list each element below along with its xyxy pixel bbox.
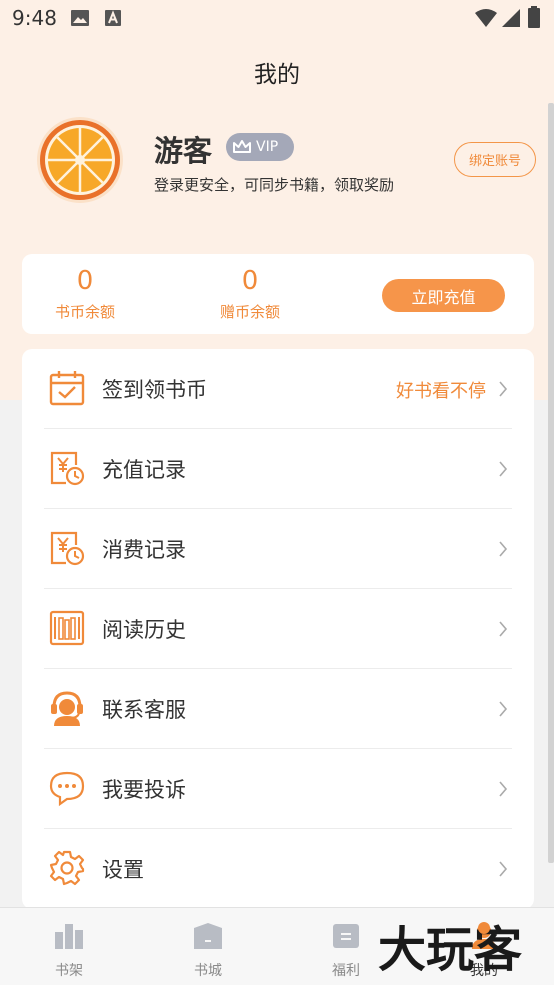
menu-label: 设置 <box>102 858 144 882</box>
menu-label: 联系客服 <box>102 698 186 722</box>
menu-item-checkin[interactable]: 签到领书币 好书看不停 <box>22 349 534 429</box>
bookshelf-history-icon <box>49 610 85 646</box>
gear-icon <box>49 850 85 886</box>
coin-balance-value: 0 <box>76 266 94 296</box>
menu-label: 阅读历史 <box>102 618 186 642</box>
tab-bookshelf[interactable]: 书架 <box>29 922 109 980</box>
gift-balance-label: 赠币余额 <box>219 303 280 321</box>
tab-store[interactable]: 书城 <box>168 922 248 980</box>
store-icon <box>194 923 222 949</box>
chat-bubble-icon <box>49 771 85 807</box>
gallery-notification-icon <box>71 10 89 26</box>
menu-item-reading-history[interactable]: 阅读历史 <box>22 589 534 669</box>
menu-label: 充值记录 <box>102 458 186 482</box>
username: 游客 <box>154 134 213 168</box>
gift-balance-value: 0 <box>241 266 259 296</box>
menu-label: 我要投诉 <box>102 778 186 802</box>
menu-label: 消费记录 <box>102 538 186 562</box>
text-notification-icon <box>105 10 121 26</box>
login-hint: 登录更安全，可同步书籍，领取奖励 <box>154 176 395 194</box>
menu-hint: 好书看不停 <box>396 381 486 402</box>
menu-list: 签到领书币 好书看不停 充值记录 消费记录 阅读历史 联系客服 我要投诉 设置 <box>22 349 534 909</box>
menu-item-settings[interactable]: 设置 <box>22 829 534 909</box>
watermark-logo: 大玩客 <box>378 922 522 974</box>
calendar-check-icon <box>49 371 85 406</box>
status-time: 9:48 <box>12 6 57 30</box>
tab-label: 书架 <box>55 963 83 979</box>
chevron-right-icon <box>499 621 508 637</box>
status-bar: 9:48 <box>0 0 554 38</box>
menu-item-recharge-record[interactable]: 充值记录 <box>22 429 534 509</box>
tab-welfare[interactable]: 福利 <box>306 922 386 980</box>
chevron-right-icon <box>499 781 508 797</box>
customer-service-icon <box>51 691 83 726</box>
recharge-record-icon <box>50 451 85 486</box>
recharge-button[interactable]: 立即充值 <box>382 279 505 312</box>
page-title: 我的 <box>254 62 300 88</box>
crown-icon <box>233 140 251 153</box>
bookshelf-icon <box>55 924 83 949</box>
vip-label: VIP <box>256 139 279 155</box>
menu-item-consume-record[interactable]: 消费记录 <box>22 509 534 589</box>
chevron-right-icon <box>499 381 508 397</box>
coin-balance-label: 书币余额 <box>54 303 115 321</box>
bind-account-button[interactable]: 绑定账号 <box>454 142 536 177</box>
chevron-right-icon <box>499 701 508 717</box>
gift-balance[interactable]: 0 赠币余额 <box>207 266 293 322</box>
scrollbar[interactable] <box>548 103 554 863</box>
avatar[interactable] <box>36 116 124 204</box>
battery-icon <box>528 6 540 28</box>
watermark-text: 大玩客 <box>378 922 522 974</box>
coin-balance[interactable]: 0 书币余额 <box>42 266 128 322</box>
balance-card: 0 书币余额 0 赠币余额 立即充值 <box>22 254 534 334</box>
chevron-right-icon <box>499 461 508 477</box>
welfare-icon <box>333 924 359 948</box>
signal-icon <box>502 9 520 27</box>
menu-label: 签到领书币 <box>102 378 207 402</box>
menu-item-complaint[interactable]: 我要投诉 <box>22 749 534 829</box>
wifi-icon <box>475 9 497 27</box>
vip-badge: VIP <box>226 133 294 161</box>
menu-item-customer-service[interactable]: 联系客服 <box>22 669 534 749</box>
consume-record-icon <box>50 531 85 566</box>
chevron-right-icon <box>499 861 508 877</box>
chevron-right-icon <box>499 541 508 557</box>
tab-label: 书城 <box>194 963 222 979</box>
tab-label: 福利 <box>332 963 360 979</box>
